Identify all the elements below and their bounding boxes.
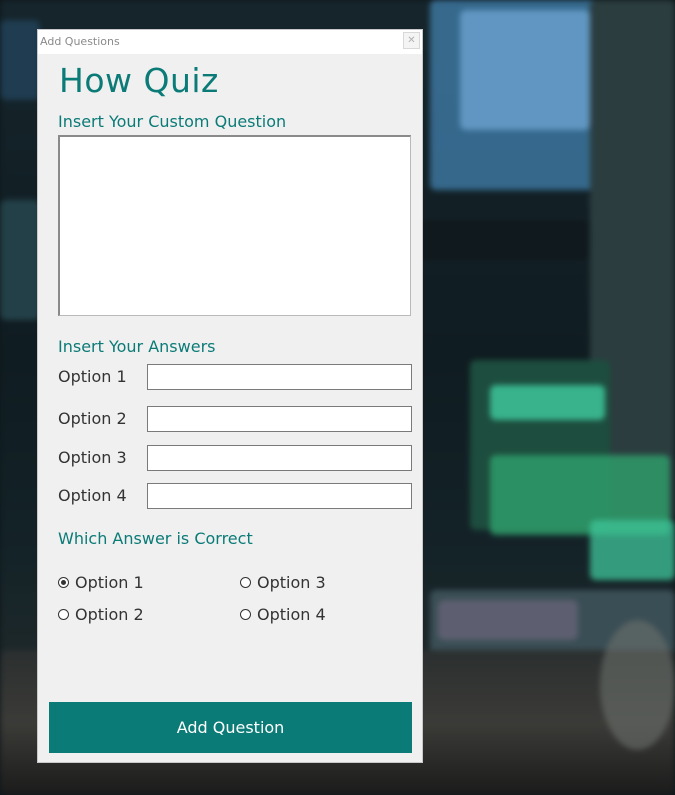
close-button[interactable]: ✕: [403, 32, 420, 49]
radio-option-4-label: Option 4: [257, 605, 326, 624]
option-3-input[interactable]: [147, 445, 412, 471]
radio-checked-icon[interactable]: [58, 577, 69, 588]
correct-answer-label: Which Answer is Correct: [58, 529, 253, 548]
add-questions-window: Add Questions ✕ How Quiz Insert Your Cus…: [37, 29, 423, 763]
title-bar[interactable]: Add Questions ✕: [38, 30, 422, 54]
answers-label: Insert Your Answers: [58, 337, 216, 356]
close-icon: ✕: [407, 35, 416, 46]
option-4-input[interactable]: [147, 483, 412, 509]
app-title: How Quiz: [59, 61, 219, 100]
option-1-label: Option 1: [58, 367, 127, 386]
add-question-button[interactable]: Add Question: [49, 702, 412, 753]
option-3-label: Option 3: [58, 448, 127, 467]
radio-option-2-label: Option 2: [75, 605, 144, 624]
option-1-input[interactable]: [147, 364, 412, 390]
radio-option-1[interactable]: Option 1: [58, 573, 144, 592]
option-4-label: Option 4: [58, 486, 127, 505]
radio-unchecked-icon[interactable]: [58, 609, 69, 620]
radio-option-3-label: Option 3: [257, 573, 326, 592]
option-2-input[interactable]: [147, 406, 412, 432]
radio-unchecked-icon[interactable]: [240, 609, 251, 620]
radio-unchecked-icon[interactable]: [240, 577, 251, 588]
radio-option-4[interactable]: Option 4: [240, 605, 326, 624]
radio-option-1-label: Option 1: [75, 573, 144, 592]
option-2-label: Option 2: [58, 409, 127, 428]
radio-option-3[interactable]: Option 3: [240, 573, 326, 592]
question-label: Insert Your Custom Question: [58, 112, 287, 131]
question-textarea[interactable]: [58, 135, 411, 316]
radio-option-2[interactable]: Option 2: [58, 605, 144, 624]
window-title: Add Questions: [40, 35, 120, 48]
